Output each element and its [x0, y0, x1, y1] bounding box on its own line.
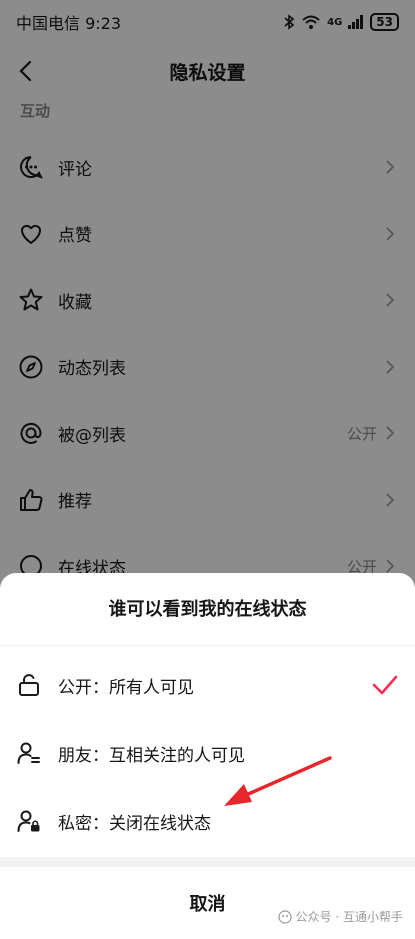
sheet-gap: [0, 857, 415, 867]
option-label: 公开：所有人可见: [58, 677, 194, 698]
unlock-icon: [19, 674, 39, 696]
divider: [0, 645, 415, 646]
watermark: 公众号 · 互通小帮手: [277, 908, 403, 925]
wechat-official-icon: [277, 909, 292, 924]
option-label: 私密：关闭在线状态: [58, 813, 211, 834]
online-status-sheet: 谁可以看到我的在线状态 公开：所有人可见 朋友：互相关注的人可见 私密：关闭在线…: [0, 573, 415, 939]
private-user-icon: [17, 810, 40, 832]
option-private[interactable]: 私密：关闭在线状态: [0, 787, 415, 855]
sheet-title: 谁可以看到我的在线状态: [108, 599, 307, 620]
friends-icon: [17, 742, 40, 764]
option-public[interactable]: 公开：所有人可见: [0, 651, 415, 719]
option-label: 朋友：互相关注的人可见: [58, 745, 245, 766]
cancel-button[interactable]: 取消: [0, 867, 415, 939]
watermark-text: 公众号 · 互通小帮手: [295, 910, 403, 924]
checkmark-icon: [372, 675, 398, 695]
option-friends[interactable]: 朋友：互相关注的人可见: [0, 719, 415, 787]
